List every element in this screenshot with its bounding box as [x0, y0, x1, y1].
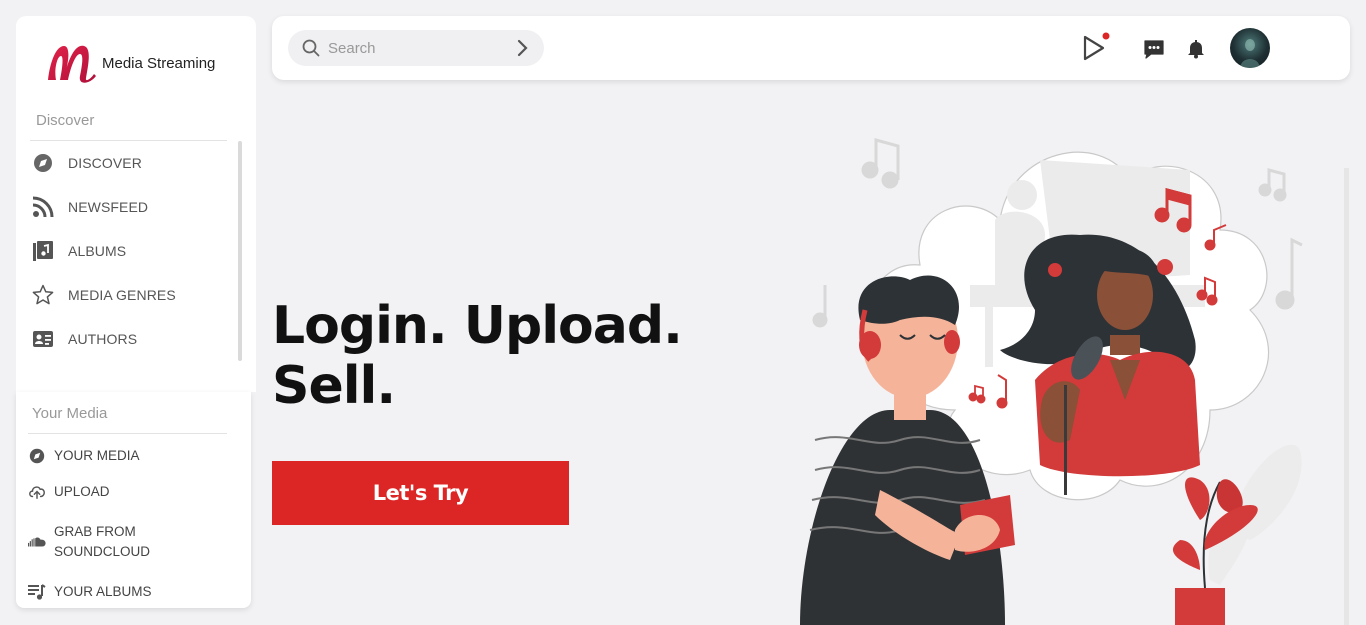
hero-illustration	[800, 138, 1303, 625]
sidebar: Media Streaming Discover DISCOVER NEWSFE…	[16, 16, 256, 392]
lets-try-button[interactable]: Let's Try	[272, 461, 569, 525]
top-header	[272, 16, 1350, 80]
sidebar-item-label: GRAB FROM SOUNDCLOUD	[54, 522, 150, 562]
app-name: Media Streaming	[102, 54, 216, 72]
bell-icon	[1188, 40, 1204, 59]
sidebar-item-your-albums[interactable]: YOUR ALBUMS	[28, 582, 152, 602]
sidebar-item-label: YOUR MEDIA	[54, 448, 140, 463]
sidebar-item-label: NEWSFEED	[68, 199, 149, 215]
compass-icon	[32, 152, 54, 174]
play-button[interactable]	[1080, 32, 1112, 69]
chat-icon	[1144, 40, 1164, 59]
sidebar-item-upload[interactable]: UPLOAD	[28, 482, 110, 502]
sidebar-item-albums[interactable]: ALBUMS	[32, 239, 126, 263]
playlist-icon	[28, 583, 46, 601]
sidebar-item-label: YOUR ALBUMS	[54, 584, 152, 599]
your-media-panel: Your Media YOUR MEDIA UPLOAD GRAB FROM S…	[16, 392, 251, 608]
sidebar-item-label-line2: SOUNDCLOUD	[54, 544, 151, 559]
notification-dot	[1102, 32, 1110, 40]
sidebar-item-your-media[interactable]: YOUR MEDIA	[28, 446, 140, 466]
sidebar-item-newsfeed[interactable]: NEWSFEED	[32, 195, 148, 219]
sidebar-scrollbar[interactable]	[238, 141, 242, 361]
discover-section-title: Discover	[36, 112, 95, 129]
sidebar-item-label: AUTHORS	[68, 331, 138, 347]
id-card-icon	[32, 328, 54, 350]
soundcloud-icon	[28, 533, 46, 551]
sidebar-item-label: ALBUMS	[68, 243, 127, 259]
divider	[30, 140, 227, 141]
rss-icon	[32, 196, 54, 218]
notifications-button[interactable]	[1187, 39, 1205, 64]
sidebar-item-grab-from-soundcloud[interactable]: GRAB FROM SOUNDCLOUD	[28, 522, 150, 562]
your-media-section-title: Your Media	[32, 405, 108, 422]
search-icon	[302, 39, 320, 57]
app-logo[interactable]: Media Streaming	[44, 40, 215, 84]
logo-icon	[48, 45, 96, 83]
search-input[interactable]	[328, 37, 498, 59]
sidebar-item-label-line1: GRAB FROM	[54, 524, 136, 539]
hero-title-line2: Sell.	[272, 356, 396, 416]
messages-button[interactable]	[1143, 38, 1165, 65]
chevron-right-icon[interactable]	[516, 39, 528, 57]
sidebar-item-label: UPLOAD	[54, 484, 110, 499]
sidebar-item-label: DISCOVER	[68, 155, 142, 171]
album-icon	[32, 240, 54, 262]
avatar-image	[1240, 39, 1260, 68]
hero-title-line1: Login. Upload.	[272, 296, 683, 356]
sidebar-item-label: MEDIA GENRES	[68, 287, 176, 303]
search-bar[interactable]	[288, 30, 544, 66]
play-icon	[1083, 32, 1110, 61]
avatar[interactable]	[1230, 28, 1270, 68]
sidebar-item-authors[interactable]: AUTHORS	[32, 327, 137, 351]
divider	[28, 433, 227, 434]
compass-icon	[28, 447, 46, 465]
cloud-upload-icon	[28, 483, 46, 501]
hero-title: Login. Upload. Sell.	[272, 296, 692, 416]
star-icon	[32, 284, 54, 306]
page-scrollbar[interactable]	[1344, 168, 1349, 625]
sidebar-item-media-genres[interactable]: MEDIA GENRES	[32, 283, 176, 307]
sidebar-item-discover[interactable]: DISCOVER	[32, 151, 142, 175]
